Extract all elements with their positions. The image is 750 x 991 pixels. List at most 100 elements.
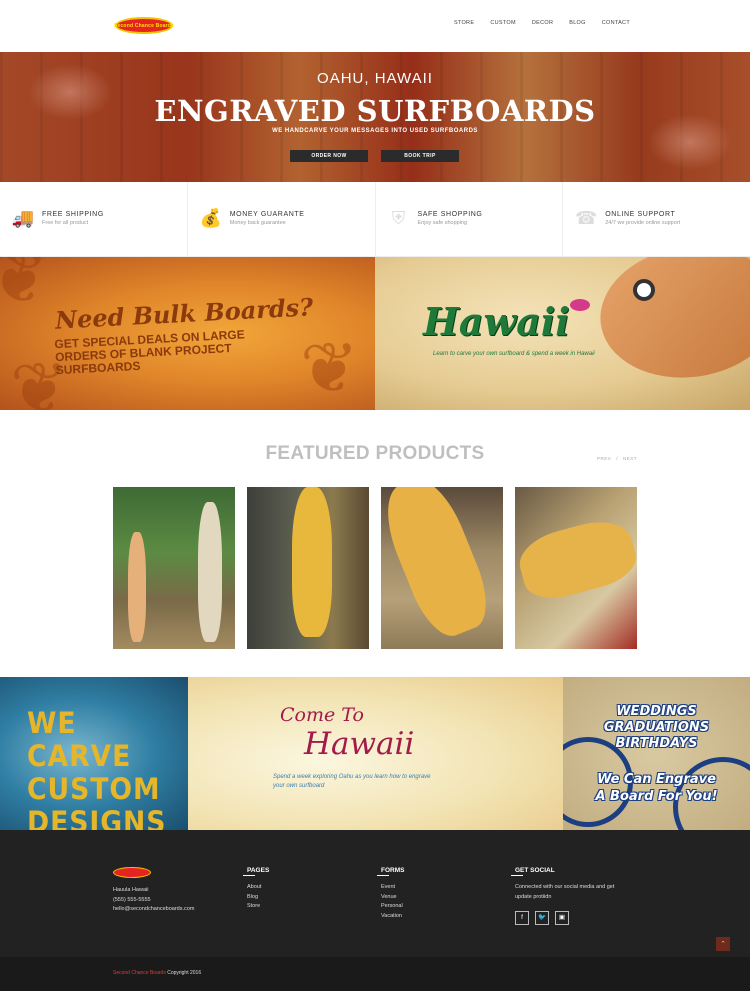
copyright-text: Second Chance Boards Copyright 2016 <box>113 970 201 976</box>
twitter-icon[interactable]: 🐦 <box>535 911 549 925</box>
money-bag-icon: 💰 <box>199 208 222 228</box>
product-image <box>128 532 146 642</box>
order-now-button[interactable]: ORDER NOW <box>290 150 368 162</box>
surfboard-image <box>591 257 750 389</box>
product-card[interactable] <box>113 487 235 649</box>
feature-title: FREE SHIPPING <box>42 211 104 218</box>
bulk-boards-promo[interactable]: ❦ ❦ ❦ Need Bulk Boards? GET SPECIAL DEAL… <box>0 257 375 410</box>
nav-custom[interactable]: CUSTOM <box>490 20 516 26</box>
carousel-nav: PREV / NEXT <box>597 456 637 461</box>
footer-link-event[interactable]: Event <box>381 883 404 893</box>
footer-social: GET SOCIAL Connected with our social med… <box>511 867 625 925</box>
facebook-icon[interactable]: f <box>515 911 529 925</box>
site-footer: Hauula Hawaii (555) 555-5555 hello@secon… <box>0 830 750 957</box>
product-image <box>381 487 499 645</box>
book-trip-button[interactable]: BOOK TRIP <box>381 150 459 162</box>
surfboard-leash-plug <box>633 279 655 301</box>
feature-desc: Money back guarantee <box>229 220 286 226</box>
nav-separator: / <box>616 456 619 461</box>
social-links: f 🐦 ▣ <box>515 911 625 925</box>
feature-support: ☎ ONLINE SUPPORT 24/7 we provide online … <box>563 182 750 256</box>
footer-pages: PAGES About Blog Store <box>242 867 270 912</box>
address-line: Hauula Hawaii <box>113 887 149 893</box>
event-line: BIRTHDAYS <box>615 736 698 751</box>
footer-forms: FORMS Event Venue Personal Vacation <box>376 867 405 922</box>
email-line: hello@secondchanceboards.com <box>113 906 195 912</box>
carve-line: DESIGNS <box>27 805 167 831</box>
footer-logo[interactable] <box>113 867 151 878</box>
phone-line: (555) 555-5555 <box>113 896 151 903</box>
chevron-up-icon: ⌃ <box>720 941 726 948</box>
product-card[interactable] <box>247 487 369 649</box>
product-image <box>515 513 637 606</box>
come-to-subtitle: Spend a week exploring Oahu as you learn… <box>273 774 431 789</box>
footer-link-blog[interactable]: Blog <box>247 893 269 903</box>
come-to-text: Come To <box>280 704 364 726</box>
hawaii-subtitle: Learn to carve your own surfboard & spen… <box>433 351 595 357</box>
product-image <box>292 487 332 637</box>
nav-blog[interactable]: BLOG <box>569 20 585 26</box>
feature-shipping: 🚚 FREE SHIPPING Free for all product <box>0 182 188 256</box>
prev-button[interactable]: PREV <box>597 456 611 461</box>
custom-designs-banner[interactable]: WE CARVE CUSTOM DESIGNS <box>0 677 188 830</box>
hibiscus-icon <box>570 299 590 311</box>
nav-decor[interactable]: DECOR <box>532 20 553 26</box>
footer-link-venue[interactable]: Venue <box>381 893 404 903</box>
shield-icon: ⛨ <box>391 208 406 228</box>
bulk-subtitle: GET SPECIAL DEALS ON LARGE ORDERS OF BLA… <box>54 327 246 378</box>
forms-heading: FORMS <box>376 867 405 876</box>
product-card[interactable] <box>381 487 503 649</box>
come-to-hawaii-banner[interactable]: Come To Hawaii Spend a week exploring Oa… <box>188 677 563 830</box>
engrave-line: A Board For You! <box>595 789 718 804</box>
truck-icon: 🚚 <box>11 208 35 228</box>
featured-products-title: FEATURED PRODUCTS <box>265 443 485 464</box>
feature-title: MONEY GUARANTE <box>229 211 305 218</box>
fern-decoration: ❦ <box>0 257 49 317</box>
nav-store[interactable]: STORE <box>454 20 474 26</box>
feature-guarantee: 💰 MONEY GUARANTE Money back guarantee <box>188 182 376 256</box>
footer-address: Hauula Hawaii (555) 555-5555 hello@secon… <box>113 886 194 915</box>
instagram-icon[interactable]: ▣ <box>555 911 569 925</box>
footer-link-vacation[interactable]: Vacation <box>381 912 404 922</box>
fern-decoration: ❦ <box>300 329 359 407</box>
copyright-brand[interactable]: Second Chance Boards <box>113 970 166 976</box>
footer-link-about[interactable]: About <box>247 883 269 893</box>
main-nav: STORE CUSTOM DECOR BLOG CONTACT <box>454 20 630 26</box>
footer-link-personal[interactable]: Personal <box>381 902 404 912</box>
feature-title: ONLINE SUPPORT <box>605 211 676 218</box>
custom-designs-text: WE CARVE CUSTOM DESIGNS <box>27 706 175 831</box>
feature-desc: 24/7 we provide online support <box>605 220 681 226</box>
site-header: Second Chance Boards STORE CUSTOM DECOR … <box>0 0 750 52</box>
next-button[interactable]: NEXT <box>623 456 637 461</box>
engrave-events-banner[interactable]: WEDDINGS GRADUATIONS BIRTHDAYS We Can En… <box>563 677 750 830</box>
feature-desc: Free for all product <box>42 220 89 226</box>
copyright-suffix: Copyright 2016 <box>165 970 202 976</box>
hero-location: OAHU, HAWAII <box>317 70 433 87</box>
hero-banner: OAHU, HAWAII ENGRAVED SURFBOARDS WE HAND… <box>0 52 750 182</box>
carve-line: CUSTOM <box>27 772 161 806</box>
hero-subtitle: WE HANDCARVE YOUR MESSAGES INTO USED SUR… <box>272 128 478 134</box>
feature-safe: ⛨ SAFE SHOPPING Enjoy safe shopping <box>376 182 564 256</box>
social-text: Connected with our social media and get … <box>515 884 615 900</box>
nav-contact[interactable]: CONTACT <box>602 20 630 26</box>
feature-title: SAFE SHOPPING <box>417 211 483 218</box>
footer-link-store[interactable]: Store <box>247 902 269 912</box>
hawaii-title: Hawaii <box>423 299 570 344</box>
logo-text: Second Chance Boards <box>113 22 175 29</box>
hawaii-promo[interactable]: Hawaii Learn to carve your own surfboard… <box>375 257 750 410</box>
carve-line: WE CARVE <box>27 706 132 773</box>
event-line: GRADUATIONS <box>603 720 710 735</box>
back-to-top-button[interactable]: ⌃ <box>716 937 730 951</box>
event-line: WEDDINGS <box>616 704 697 719</box>
site-logo[interactable]: Second Chance Boards <box>113 17 175 34</box>
engrave-line: We Can Engrave <box>597 772 716 787</box>
support-icon: ☎ <box>575 208 598 228</box>
feature-desc: Enjoy safe shopping <box>417 220 468 226</box>
social-heading: GET SOCIAL <box>511 867 625 876</box>
copyright-bar: Second Chance Boards Copyright 2016 <box>0 957 750 991</box>
product-image <box>198 502 222 642</box>
hero-title: ENGRAVED SURFBOARDS <box>154 94 596 128</box>
hawaii-text: Hawaii <box>304 726 415 762</box>
pages-heading: PAGES <box>242 867 270 876</box>
product-card[interactable] <box>515 487 637 649</box>
